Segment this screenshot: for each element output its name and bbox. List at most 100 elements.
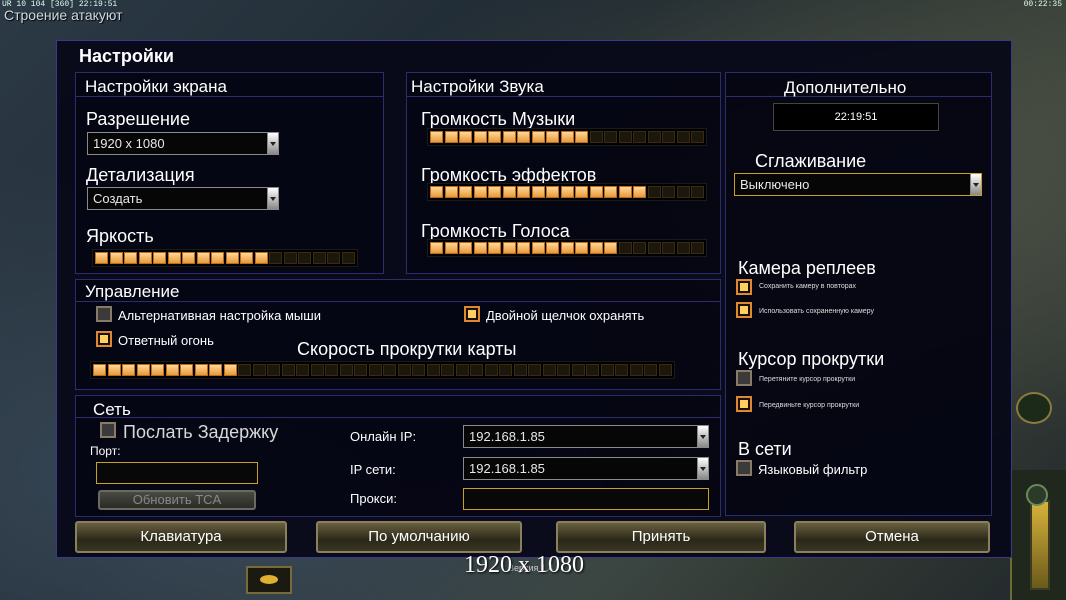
- slider-segment[interactable]: [151, 364, 164, 376]
- slider-segment[interactable]: [488, 131, 501, 143]
- slider-segment[interactable]: [647, 186, 661, 198]
- slider-segment[interactable]: [298, 252, 311, 264]
- slider-segment[interactable]: [455, 364, 469, 376]
- slider-segment[interactable]: [560, 131, 574, 143]
- port-input[interactable]: [96, 462, 258, 484]
- slider-segment[interactable]: [310, 364, 324, 376]
- online-ip-select[interactable]: 192.168.1.85: [463, 425, 709, 448]
- slider-segment[interactable]: [444, 131, 458, 143]
- slider-segment[interactable]: [473, 242, 487, 254]
- slider-segment[interactable]: [95, 252, 108, 264]
- slider-segment[interactable]: [589, 186, 603, 198]
- chevron-down-icon[interactable]: [697, 426, 708, 447]
- slider-segment[interactable]: [430, 131, 443, 143]
- slider-segment[interactable]: [383, 364, 396, 376]
- slider-segment[interactable]: [604, 186, 617, 198]
- slider-segment[interactable]: [513, 364, 527, 376]
- slider-segment[interactable]: [254, 252, 268, 264]
- slider-segment[interactable]: [136, 364, 150, 376]
- slider-segment[interactable]: [444, 186, 458, 198]
- slider-segment[interactable]: [647, 131, 661, 143]
- slider-segment[interactable]: [633, 131, 646, 143]
- slider-segment[interactable]: [647, 242, 661, 254]
- slider-segment[interactable]: [589, 131, 603, 143]
- send-delay-checkbox[interactable]: [100, 422, 116, 438]
- slider-segment[interactable]: [488, 242, 501, 254]
- double-click-checkbox[interactable]: [464, 306, 480, 322]
- cursor-drag-checkbox[interactable]: [736, 370, 752, 386]
- chevron-down-icon[interactable]: [267, 133, 278, 154]
- slider-segment[interactable]: [238, 364, 251, 376]
- slider-segment[interactable]: [560, 186, 574, 198]
- slider-segment[interactable]: [600, 364, 614, 376]
- slider-segment[interactable]: [575, 186, 588, 198]
- slider-segment[interactable]: [691, 131, 704, 143]
- slider-segment[interactable]: [528, 364, 541, 376]
- cancel-button[interactable]: Отмена: [794, 521, 990, 553]
- slider-segment[interactable]: [167, 252, 181, 264]
- accept-button[interactable]: Принять: [556, 521, 766, 553]
- slider-segment[interactable]: [325, 364, 338, 376]
- slider-segment[interactable]: [209, 364, 222, 376]
- chevron-down-icon[interactable]: [697, 458, 708, 479]
- cursor-move-checkbox[interactable]: [736, 396, 752, 412]
- slider-segment[interactable]: [571, 364, 585, 376]
- update-tca-button[interactable]: Обновить TCA: [98, 490, 256, 510]
- slider-segment[interactable]: [180, 364, 193, 376]
- slider-segment[interactable]: [194, 364, 208, 376]
- slider-segment[interactable]: [109, 252, 123, 264]
- slider-segment[interactable]: [560, 242, 574, 254]
- slider-segment[interactable]: [397, 364, 411, 376]
- slider-segment[interactable]: [354, 364, 367, 376]
- slider-segment[interactable]: [488, 186, 501, 198]
- slider-segment[interactable]: [153, 252, 166, 264]
- slider-segment[interactable]: [542, 364, 556, 376]
- slider-segment[interactable]: [93, 364, 106, 376]
- slider-segment[interactable]: [662, 131, 675, 143]
- slider-segment[interactable]: [459, 131, 472, 143]
- slider-segment[interactable]: [124, 252, 137, 264]
- slider-segment[interactable]: [517, 242, 530, 254]
- slider-segment[interactable]: [459, 242, 472, 254]
- slider-segment[interactable]: [517, 131, 530, 143]
- slider-segment[interactable]: [618, 242, 632, 254]
- slider-segment[interactable]: [470, 364, 483, 376]
- antialias-select[interactable]: Выключено: [734, 173, 982, 196]
- slider-segment[interactable]: [459, 186, 472, 198]
- replay-use-checkbox[interactable]: [736, 302, 752, 318]
- resolution-select[interactable]: 1920 x 1080: [87, 132, 279, 155]
- slider-segment[interactable]: [107, 364, 121, 376]
- slider-segment[interactable]: [662, 186, 675, 198]
- voice-volume-slider[interactable]: [427, 239, 707, 257]
- slider-segment[interactable]: [430, 242, 443, 254]
- slider-segment[interactable]: [327, 252, 340, 264]
- slider-segment[interactable]: [546, 242, 559, 254]
- defaults-button[interactable]: По умолчанию: [316, 521, 522, 553]
- slider-segment[interactable]: [546, 131, 559, 143]
- slider-segment[interactable]: [269, 252, 282, 264]
- slider-segment[interactable]: [225, 252, 239, 264]
- slider-segment[interactable]: [557, 364, 570, 376]
- replay-save-checkbox[interactable]: [736, 279, 752, 295]
- slider-segment[interactable]: [444, 242, 458, 254]
- slider-segment[interactable]: [473, 186, 487, 198]
- slider-segment[interactable]: [484, 364, 498, 376]
- slider-segment[interactable]: [240, 252, 253, 264]
- slider-segment[interactable]: [252, 364, 266, 376]
- slider-segment[interactable]: [676, 131, 690, 143]
- slider-segment[interactable]: [531, 131, 545, 143]
- slider-segment[interactable]: [676, 186, 690, 198]
- slider-segment[interactable]: [644, 364, 657, 376]
- slider-segment[interactable]: [575, 131, 588, 143]
- effects-volume-slider[interactable]: [427, 183, 707, 201]
- detail-select[interactable]: Создать: [87, 187, 279, 210]
- keyboard-button[interactable]: Клавиатура: [75, 521, 287, 553]
- radar-icon[interactable]: [1016, 392, 1052, 424]
- slider-segment[interactable]: [662, 242, 675, 254]
- slider-segment[interactable]: [618, 186, 632, 198]
- slider-segment[interactable]: [165, 364, 179, 376]
- slider-segment[interactable]: [658, 364, 672, 376]
- slider-segment[interactable]: [339, 364, 353, 376]
- language-filter-checkbox[interactable]: [736, 460, 752, 476]
- slider-segment[interactable]: [502, 242, 516, 254]
